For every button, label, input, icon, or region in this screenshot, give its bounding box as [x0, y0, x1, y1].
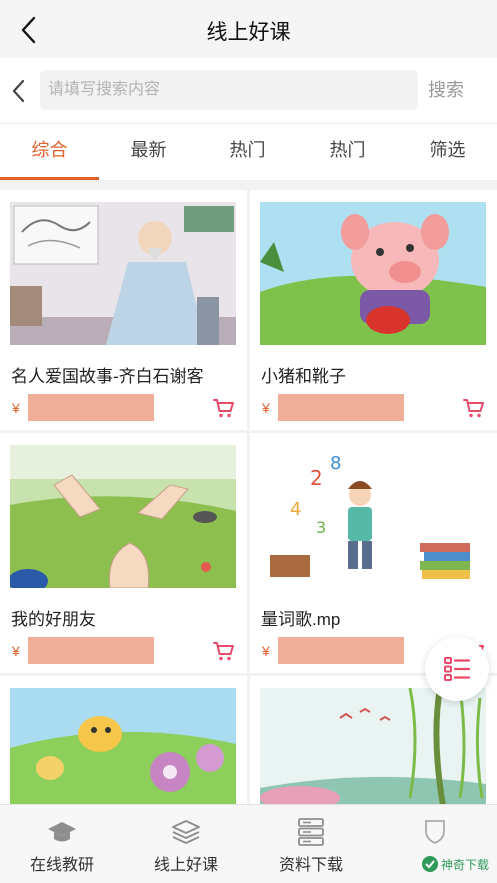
- course-grid: 名人爱国故事-齐白石谢客 ¥ 小猪和靴子 ¥ 我的好朋友 ¥ 2 8 4 3 量…: [0, 190, 497, 804]
- course-card[interactable]: 小猪和靴子 ¥: [250, 190, 497, 430]
- nav-downloads[interactable]: 资料下载: [249, 805, 373, 883]
- nav-online-courses[interactable]: 线上好课: [124, 805, 248, 883]
- course-thumbnail-scholar: [10, 202, 236, 345]
- nav-label: 在线教研: [29, 857, 94, 874]
- server-stack-icon: [298, 818, 324, 846]
- filter-tabs: 综合 最新 热门 热门 筛选: [0, 124, 497, 180]
- price-placeholder: [278, 637, 404, 664]
- floating-menu-button[interactable]: [425, 637, 489, 701]
- price-symbol: ¥: [262, 400, 270, 416]
- price-placeholder: [28, 637, 154, 664]
- course-thumbnail-boy: 2 8 4 3: [260, 445, 486, 588]
- course-thumbnail-hands: [10, 445, 236, 588]
- course-title: 小猪和靴子: [261, 367, 346, 386]
- add-to-cart-icon[interactable]: [212, 396, 236, 420]
- tab-comprehensive[interactable]: 综合: [0, 124, 99, 180]
- tab-hot-2[interactable]: 热门: [298, 124, 397, 180]
- course-title: 名人爱国故事-齐白石谢客: [11, 367, 204, 386]
- nav-online-research[interactable]: 在线教研: [0, 805, 124, 883]
- page-title: 线上好课: [206, 21, 291, 44]
- graduation-cap-icon: [48, 822, 76, 842]
- price-symbol: ¥: [12, 400, 20, 416]
- nav-label: 线上好课: [153, 857, 218, 874]
- svg-text:3: 3: [316, 518, 326, 537]
- svg-text:4: 4: [290, 499, 301, 520]
- svg-text:8: 8: [330, 453, 341, 474]
- tab-newest[interactable]: 最新: [99, 124, 198, 180]
- price-symbol: ¥: [12, 643, 20, 659]
- search-back-chevron-left-icon[interactable]: [6, 77, 32, 105]
- watermark-text: 神奇下载: [441, 858, 489, 872]
- tab-filter[interactable]: 筛选: [398, 124, 497, 180]
- course-card[interactable]: 我的好朋友 ¥: [0, 433, 247, 673]
- price-placeholder: [278, 394, 404, 421]
- course-thumbnail-bees: [10, 688, 236, 804]
- top-bar: 线上好课: [0, 0, 497, 58]
- course-title: 量词歌.mp: [261, 610, 341, 629]
- add-to-cart-icon[interactable]: [462, 396, 486, 420]
- watermark-logo: 神奇下载: [421, 853, 491, 875]
- search-bar: 搜索: [0, 58, 497, 124]
- svg-text:2: 2: [310, 466, 323, 490]
- tab-hot[interactable]: 热门: [198, 124, 297, 180]
- add-to-cart-icon[interactable]: [212, 639, 236, 663]
- shield-icon: [425, 820, 445, 844]
- course-card[interactable]: 名人爱国故事-齐白石谢客 ¥: [0, 190, 247, 430]
- price-placeholder: [28, 394, 154, 421]
- layers-icon: [172, 820, 200, 844]
- list-menu-icon: [444, 657, 471, 681]
- course-thumbnail-willow: [260, 688, 486, 804]
- search-input[interactable]: [40, 70, 418, 110]
- search-button[interactable]: 搜索: [428, 76, 464, 102]
- nav-label: 资料下载: [278, 857, 343, 874]
- course-card[interactable]: [0, 676, 247, 804]
- price-symbol: ¥: [262, 643, 270, 659]
- course-title: 我的好朋友: [11, 610, 96, 629]
- course-thumbnail-pig: [260, 202, 486, 345]
